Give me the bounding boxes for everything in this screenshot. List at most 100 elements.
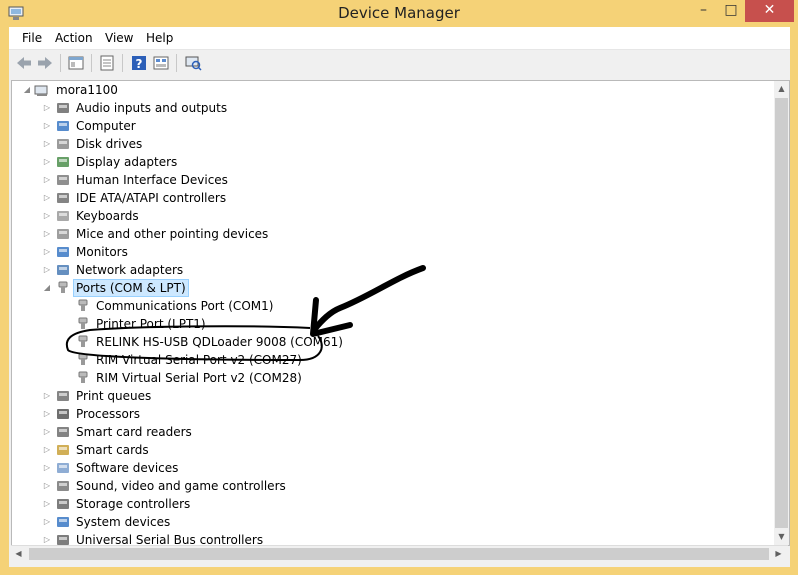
- expand-arrow-icon[interactable]: ▷: [42, 135, 52, 153]
- expand-arrow-icon[interactable]: ▷: [42, 531, 52, 545]
- menu-action[interactable]: Action: [55, 31, 93, 45]
- tree-device-item[interactable]: Communications Port (COM1): [12, 297, 772, 315]
- tree-category[interactable]: ▷ Smart card readers: [12, 423, 772, 441]
- port-icon: [78, 335, 88, 347]
- tree-category-label: Monitors: [76, 245, 128, 259]
- scroll-down-icon[interactable]: ▼: [774, 529, 789, 545]
- tree-category-label: Network adapters: [76, 263, 184, 277]
- expand-arrow-icon[interactable]: ▷: [42, 189, 52, 207]
- properties-icon[interactable]: [67, 54, 85, 72]
- menu-help[interactable]: Help: [146, 31, 173, 45]
- device-manager-window: Device Manager – □ ✕ File Action View He…: [0, 0, 798, 575]
- scroll-right-icon[interactable]: ▶: [771, 546, 786, 562]
- back-icon[interactable]: [15, 54, 33, 72]
- smart-card-icon: [57, 445, 69, 455]
- printer-icon: [57, 391, 69, 401]
- vertical-scrollbar[interactable]: ▲ ▼: [774, 81, 789, 545]
- tree-category[interactable]: ◢ Ports (COM & LPT): [12, 279, 772, 297]
- tree-category[interactable]: ▷ Software devices: [12, 459, 772, 477]
- tree-category[interactable]: ▷ Computer: [12, 117, 772, 135]
- tree-device-label: Communications Port (COM1): [96, 299, 274, 313]
- tree-category-label: Keyboards: [76, 209, 139, 223]
- collapse-arrow-icon[interactable]: ◢: [22, 81, 32, 99]
- tree-device-label: Printer Port (LPT1): [96, 317, 206, 331]
- tree-category[interactable]: ▷ Mice and other pointing devices: [12, 225, 772, 243]
- disk-drive-icon: [57, 139, 69, 149]
- expand-arrow-icon[interactable]: ▷: [42, 441, 52, 459]
- help-icon[interactable]: ?: [130, 54, 148, 72]
- maximize-button[interactable]: □: [718, 0, 744, 22]
- tree-category[interactable]: ▷ Print queues: [12, 387, 772, 405]
- tree-category-label: IDE ATA/ATAPI controllers: [76, 191, 227, 205]
- port-icon: [58, 281, 68, 293]
- tree-category[interactable]: ▷ Disk drives: [12, 135, 772, 153]
- software-device-icon: [57, 463, 69, 473]
- minimize-button[interactable]: –: [690, 0, 717, 22]
- tree-category[interactable]: ▷ Audio inputs and outputs: [12, 99, 772, 117]
- ide-controller-icon: [57, 193, 69, 203]
- tree-root-label: mora1100: [56, 83, 118, 97]
- tree-category[interactable]: ▷ Universal Serial Bus controllers: [12, 531, 772, 545]
- display-adapter-icon: [57, 157, 69, 167]
- toolbar-separator: [176, 54, 177, 72]
- expand-arrow-icon[interactable]: ▷: [42, 99, 52, 117]
- expand-arrow-icon[interactable]: ▷: [42, 423, 52, 441]
- collapse-arrow-icon[interactable]: ◢: [42, 279, 52, 297]
- vertical-scroll-thumb[interactable]: [775, 98, 788, 528]
- tree-root[interactable]: ◢ mora1100: [12, 81, 772, 99]
- tree-category-label: Smart card readers: [76, 425, 192, 439]
- hid-icon: [57, 175, 69, 185]
- tree-category[interactable]: ▷ Human Interface Devices: [12, 171, 772, 189]
- expand-arrow-icon[interactable]: ▷: [42, 513, 52, 531]
- tree-device-item[interactable]: RIM Virtual Serial Port v2 (COM27): [12, 351, 772, 369]
- close-button[interactable]: ✕: [745, 0, 794, 22]
- device-tree[interactable]: ◢ mora1100 ▷ Audio inputs and outputs ▷ Compu…: [11, 80, 790, 546]
- scroll-left-icon[interactable]: ◀: [11, 546, 26, 562]
- show-hidden-icon[interactable]: [98, 54, 116, 72]
- tree-category[interactable]: ▷ Network adapters: [12, 261, 772, 279]
- expand-arrow-icon[interactable]: ▷: [42, 387, 52, 405]
- tree-category[interactable]: ▷ IDE ATA/ATAPI controllers: [12, 189, 772, 207]
- expand-arrow-icon[interactable]: ▷: [42, 225, 52, 243]
- menu-file[interactable]: File: [22, 31, 42, 45]
- tree-category-label: Sound, video and game controllers: [76, 479, 286, 493]
- toolbar-separator: [122, 54, 123, 72]
- tree-category[interactable]: ▷ Display adapters: [12, 153, 772, 171]
- expand-arrow-icon[interactable]: ▷: [42, 117, 52, 135]
- tree-category[interactable]: ▷ System devices: [12, 513, 772, 531]
- menu-view[interactable]: View: [105, 31, 133, 45]
- horizontal-scroll-thumb[interactable]: [29, 548, 769, 560]
- expand-arrow-icon[interactable]: ▷: [42, 207, 52, 225]
- tree-category[interactable]: ▷ Sound, video and game controllers: [12, 477, 772, 495]
- keyboard-icon: [57, 211, 69, 221]
- tree-category[interactable]: ▷ Keyboards: [12, 207, 772, 225]
- forward-icon[interactable]: [36, 54, 54, 72]
- tree-category[interactable]: ▷ Processors: [12, 405, 772, 423]
- tree-device-item[interactable]: Printer Port (LPT1): [12, 315, 772, 333]
- port-icon: [78, 353, 88, 365]
- title-bar[interactable]: Device Manager – □ ✕: [0, 0, 798, 27]
- expand-arrow-icon[interactable]: ▷: [42, 243, 52, 261]
- scan-hardware-icon[interactable]: [184, 54, 202, 72]
- port-icon: [78, 299, 88, 311]
- tree-category-label: Software devices: [76, 461, 179, 475]
- expand-arrow-icon[interactable]: ▷: [42, 405, 52, 423]
- tree-category[interactable]: ▷ Storage controllers: [12, 495, 772, 513]
- tree-device-item[interactable]: RIM Virtual Serial Port v2 (COM28): [12, 369, 772, 387]
- view-icon[interactable]: [152, 54, 170, 72]
- system-device-icon: [57, 517, 69, 527]
- tree-category[interactable]: ▷ Monitors: [12, 243, 772, 261]
- tree-category-label: Print queues: [76, 389, 152, 403]
- horizontal-scrollbar[interactable]: ◀ ▶: [11, 545, 788, 562]
- expand-arrow-icon[interactable]: ▷: [42, 153, 52, 171]
- expand-arrow-icon[interactable]: ▷: [42, 459, 52, 477]
- expand-arrow-icon[interactable]: ▷: [42, 495, 52, 513]
- processor-icon: [57, 409, 69, 419]
- scroll-up-icon[interactable]: ▲: [774, 81, 789, 97]
- expand-arrow-icon[interactable]: ▷: [42, 261, 52, 279]
- expand-arrow-icon[interactable]: ▷: [42, 171, 52, 189]
- speaker-icon: [57, 103, 69, 113]
- tree-device-item[interactable]: RELINK HS-USB QDLoader 9008 (COM61): [12, 333, 772, 351]
- expand-arrow-icon[interactable]: ▷: [42, 477, 52, 495]
- tree-category[interactable]: ▷ Smart cards: [12, 441, 772, 459]
